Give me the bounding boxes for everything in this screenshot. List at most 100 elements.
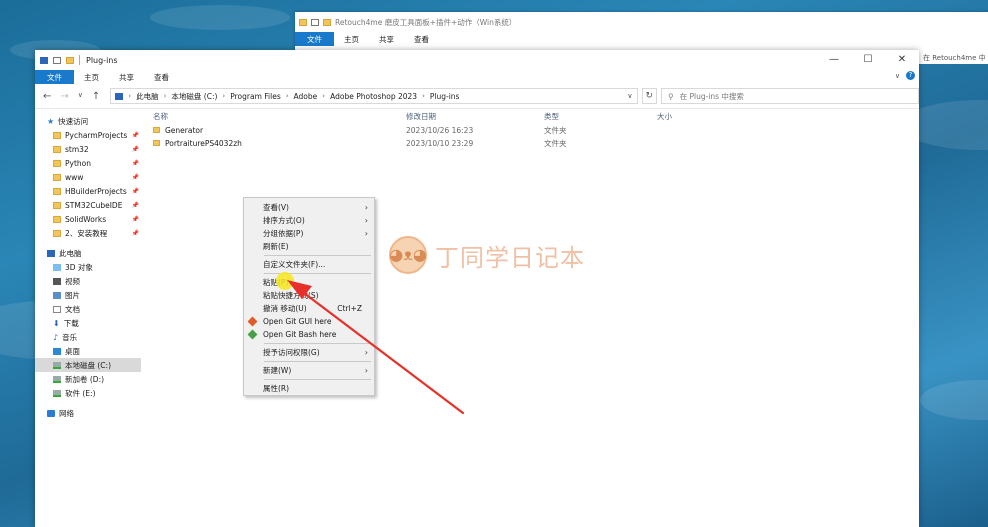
column-name[interactable]: 名称 <box>153 111 168 122</box>
sidebar-item-pycharmprojects[interactable]: PycharmProjects 📌 <box>35 128 141 142</box>
explorer-window[interactable]: Plug-ins — ☐ ✕ 文件 主页 共享 查看 ∨ ? ← → ∨ ↑ ›… <box>35 50 919 527</box>
bg-tab-file[interactable]: 文件 <box>295 32 334 46</box>
folder-icon <box>53 229 61 237</box>
column-type[interactable]: 类型 <box>544 111 559 122</box>
menu-item-properties[interactable]: 属性(R) <box>244 382 374 395</box>
column-headers: 名称 修改日期 类型 大小 <box>153 108 919 124</box>
menu-item-paste-shortcut[interactable]: 粘贴快捷方式(S) <box>244 289 374 302</box>
drive-icon <box>53 389 61 397</box>
tab-home[interactable]: 主页 <box>74 70 109 84</box>
sidebar-item-e-drive[interactable]: 软件 (E:) <box>35 386 141 400</box>
sidebar-item-hbuilderprojects[interactable]: HBuilderProjects 📌 <box>35 184 141 198</box>
pin-icon: 📌 <box>131 159 139 167</box>
sidebar-item-solidworks[interactable]: SolidWorks 📌 <box>35 212 141 226</box>
sidebar-network[interactable]: 网络 <box>35 406 141 420</box>
navigation-pane: ★ 快速访问 PycharmProjects 📌 stm32 📌 Python … <box>35 108 141 527</box>
context-menu[interactable]: 查看(V) › 排序方式(O) › 分组依据(P) › 刷新(E) 自定义文件夹… <box>243 197 375 396</box>
bg-tab-view[interactable]: 查看 <box>404 32 439 46</box>
menu-item-new[interactable]: 新建(W) › <box>244 364 374 377</box>
menu-item-git-gui[interactable]: Open Git GUI here <box>244 315 374 328</box>
help-icon[interactable]: ? <box>906 71 915 80</box>
refresh-button[interactable]: ↻ <box>641 88 658 104</box>
sidebar-item-documents[interactable]: 文档 <box>35 302 141 316</box>
sidebar-item-videos[interactable]: 视频 <box>35 274 141 288</box>
menu-item-git-bash[interactable]: Open Git Bash here <box>244 328 374 341</box>
column-size[interactable]: 大小 <box>657 111 672 122</box>
sidebar-item-3d-objects[interactable]: 3D 对象 <box>35 260 141 274</box>
recent-locations-button[interactable]: ∨ <box>78 91 83 102</box>
ribbon-expand-icon[interactable]: ∨ <box>895 72 900 80</box>
pin-icon: 📌 <box>131 229 139 237</box>
folder-icon <box>53 187 61 195</box>
minimize-button[interactable]: — <box>817 50 851 70</box>
back-button[interactable]: ← <box>43 91 51 102</box>
forward-button[interactable]: → <box>60 91 68 102</box>
sidebar-item-c-drive[interactable]: 本地磁盘 (C:) <box>35 358 141 372</box>
video-icon <box>53 277 61 285</box>
menu-item-grant-access[interactable]: 授予访问权限(G) › <box>244 346 374 359</box>
maximize-button[interactable]: ☐ <box>851 50 885 70</box>
address-bar-row: ← → ∨ ↑ › 此电脑 › 本地磁盘 (C:) › Program File… <box>35 84 919 109</box>
breadcrumb-this-pc[interactable]: 此电脑 <box>136 91 159 102</box>
sidebar-quick-access[interactable]: ★ 快速访问 <box>35 114 141 128</box>
sidebar-item-stm32cubeide[interactable]: STM32CubeIDE 📌 <box>35 198 141 212</box>
sidebar-item-pictures[interactable]: 图片 <box>35 288 141 302</box>
sidebar-item-downloads[interactable]: ⬇ 下载 <box>35 316 141 330</box>
sidebar-item-www[interactable]: www 📌 <box>35 170 141 184</box>
explorer-icon <box>40 56 48 64</box>
pin-icon: 📌 <box>131 215 139 223</box>
close-button[interactable]: ✕ <box>885 50 919 70</box>
file-row[interactable]: Generator 2023/10/26 16:23 文件夹 <box>153 124 919 137</box>
menu-item-customize[interactable]: 自定义文件夹(F)... <box>244 258 374 271</box>
picture-icon <box>53 291 61 299</box>
column-date[interactable]: 修改日期 <box>406 111 436 122</box>
sidebar-item-install-guide[interactable]: 2、安装教程 📌 <box>35 226 141 240</box>
sidebar-this-pc[interactable]: 此电脑 <box>35 246 141 260</box>
tab-share[interactable]: 共享 <box>109 70 144 84</box>
drive-icon <box>53 375 61 383</box>
menu-item-view[interactable]: 查看(V) › <box>244 201 374 214</box>
watermark: ◕ᴥ◕ 丁同学日记本 <box>389 236 585 274</box>
tab-file[interactable]: 文件 <box>35 70 74 84</box>
search-icon: ⚲ <box>668 91 674 101</box>
bg-search-hint[interactable]: 在 Retouch4me 中 <box>917 52 988 64</box>
search-box[interactable]: ⚲ 在 Plug-ins 中搜索 <box>661 88 919 104</box>
new-folder-quick-icon[interactable] <box>66 56 74 64</box>
pin-icon: 📌 <box>131 145 139 153</box>
folder-icon <box>53 131 61 139</box>
address-dropdown-icon[interactable]: ∨ <box>627 92 632 100</box>
computer-icon <box>47 249 55 257</box>
menu-item-undo-move[interactable]: 撤消 移动(U) Ctrl+Z <box>244 302 374 315</box>
desktop-icon <box>53 347 61 355</box>
address-path[interactable]: › 此电脑 › 本地磁盘 (C:) › Program Files › Adob… <box>110 88 638 104</box>
menu-separator <box>264 361 371 362</box>
sidebar-item-stm32[interactable]: stm32 📌 <box>35 142 141 156</box>
breadcrumb-program-files[interactable]: Program Files <box>230 92 281 101</box>
sidebar-item-python[interactable]: Python 📌 <box>35 156 141 170</box>
menu-item-paste[interactable]: 粘贴(P) <box>244 276 374 289</box>
breadcrumb-photoshop[interactable]: Adobe Photoshop 2023 <box>330 92 417 101</box>
git-bash-icon <box>247 329 258 340</box>
menu-item-refresh[interactable]: 刷新(E) <box>244 240 374 253</box>
file-row[interactable]: PortraiturePS4032zh 2023/10/10 23:29 文件夹 <box>153 137 919 150</box>
menu-item-sort[interactable]: 排序方式(O) › <box>244 214 374 227</box>
properties-quick-icon[interactable] <box>53 56 61 64</box>
cube-icon <box>53 263 61 271</box>
up-button[interactable]: ↑ <box>92 91 100 102</box>
breadcrumb-plugins[interactable]: Plug-ins <box>430 92 460 101</box>
breadcrumb-adobe[interactable]: Adobe <box>294 92 318 101</box>
sidebar-item-desktop[interactable]: 桌面 <box>35 344 141 358</box>
folder-icon <box>53 173 61 181</box>
breadcrumb-c-drive[interactable]: 本地磁盘 (C:) <box>171 91 217 102</box>
sidebar-item-d-drive[interactable]: 新加卷 (D:) <box>35 372 141 386</box>
bg-tab-share[interactable]: 共享 <box>369 32 404 46</box>
bg-ribbon: 文件 主页 共享 查看 <box>295 32 988 46</box>
music-icon: ♪ <box>53 332 59 342</box>
cursor-highlight <box>276 272 294 290</box>
bg-tab-home[interactable]: 主页 <box>334 32 369 46</box>
sidebar-item-music[interactable]: ♪ 音乐 <box>35 330 141 344</box>
menu-item-group[interactable]: 分组依据(P) › <box>244 227 374 240</box>
tab-view[interactable]: 查看 <box>144 70 179 84</box>
pin-icon: 📌 <box>131 187 139 195</box>
submenu-arrow-icon: › <box>364 216 368 225</box>
